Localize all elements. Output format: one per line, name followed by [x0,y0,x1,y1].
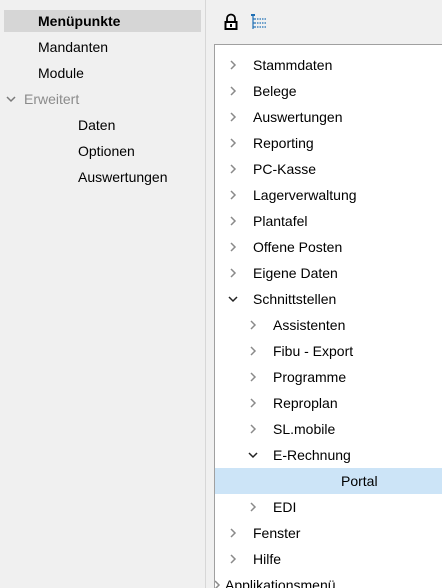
chevron-down-icon[interactable] [247,449,259,461]
tree-node-label: Hilfe [253,551,282,567]
tree-node-stammdaten[interactable]: Stammdaten [215,52,442,78]
tree-node-programme[interactable]: Programme [215,364,442,390]
tree-node-belege[interactable]: Belege [215,78,442,104]
tree-node-label: Programme [273,369,347,385]
chevron-right-icon[interactable] [247,397,259,409]
tree-node-assistenten[interactable]: Assistenten [215,312,442,338]
tree-node-label: Auswertungen [253,109,343,125]
tree-node-pc-kasse[interactable]: PC-Kasse [215,156,442,182]
chevron-right-icon[interactable] [227,527,239,539]
tree-node-applikationsmenü[interactable]: Applikationsmenü [215,572,442,588]
tree-node-label: Stammdaten [253,57,333,73]
tree-toolbar [214,0,442,44]
sidebar-item-label: Daten [78,117,116,133]
tree-node-label: Eigene Daten [253,265,338,281]
tree-node-label: Reproplan [273,395,338,411]
sidebar-item-label: Erweitert [24,91,80,107]
tree-node-fibu-export[interactable]: Fibu - Export [215,338,442,364]
sidebar-item-mandanten[interactable]: Mandanten [4,36,201,58]
chevron-right-icon[interactable] [227,189,239,201]
chevron-right-icon[interactable] [227,215,239,227]
tree-node-reporting[interactable]: Reporting [215,130,442,156]
chevron-right-icon[interactable] [247,423,259,435]
tree-node-label: PC-Kasse [253,161,317,177]
tree-node-lagerverwaltung[interactable]: Lagerverwaltung [215,182,442,208]
tree-view-button[interactable] [250,13,268,31]
chevron-down-icon[interactable] [227,293,239,305]
chevron-right-icon[interactable] [227,59,239,71]
tree-node-edi[interactable]: EDI [215,494,442,520]
sidebar-item-label: Optionen [78,143,135,159]
chevron-down-icon [6,96,16,103]
lock-icon [224,13,238,30]
menu-tree[interactable]: Stammdaten Belege Auswertungen Reporting PC-… [214,44,442,588]
tree-node-label: Fibu - Export [273,343,354,359]
tree-node-sl-mobile[interactable]: SL.mobile [215,416,442,442]
chevron-right-icon[interactable] [247,319,259,331]
tree-node-reproplan[interactable]: Reproplan [215,390,442,416]
chevron-right-icon[interactable] [227,267,239,279]
tree-node-label: Plantafel [253,213,308,229]
settings-sidebar: Menüpunkte Mandanten Module Erweitert Da… [0,0,206,588]
sidebar-item-module[interactable]: Module [4,62,201,84]
tree-node-label: Fenster [253,525,301,541]
tree-node-label: EDI [273,499,297,515]
chevron-right-icon[interactable] [227,85,239,97]
tree-node-portal[interactable]: Portal [215,468,442,494]
sidebar-item-auswertungen[interactable]: Auswertungen [4,166,201,188]
tree-node-label: Reporting [253,135,314,151]
tree-node-label: E-Rechnung [273,447,351,463]
tree-node-eigene-daten[interactable]: Eigene Daten [215,260,442,286]
chevron-right-icon[interactable] [227,137,239,149]
sidebar-item-optionen[interactable]: Optionen [4,140,201,162]
tree-node-label: Assistenten [273,317,346,333]
sidebar-item-label: Module [38,65,84,81]
chevron-right-icon[interactable] [214,579,223,588]
chevron-right-icon[interactable] [227,241,239,253]
tree-structure-icon [251,14,266,29]
sidebar-item-erweitert[interactable]: Erweitert [4,88,201,110]
chevron-right-icon[interactable] [247,501,259,513]
tree-node-label: Belege [253,83,297,99]
chevron-right-icon[interactable] [247,371,259,383]
tree-node-hilfe[interactable]: Hilfe [215,546,442,572]
sidebar-item-label: Menüpunkte [38,13,121,29]
tree-node-e-rechnung[interactable]: E-Rechnung [215,442,442,468]
tree-node-label: Lagerverwaltung [253,187,357,203]
chevron-right-icon[interactable] [227,163,239,175]
tree-node-auswertungen[interactable]: Auswertungen [215,104,442,130]
sidebar-item-label: Auswertungen [78,169,168,185]
chevron-right-icon[interactable] [247,345,259,357]
tree-node-fenster[interactable]: Fenster [215,520,442,546]
tree-node-schnittstellen[interactable]: Schnittstellen [215,286,442,312]
tree-node-label: Schnittstellen [253,291,337,307]
tree-node-label: Portal [341,473,378,489]
sidebar-item-menuepunkte[interactable]: Menüpunkte [4,10,201,32]
tree-node-label: Offene Posten [253,239,343,255]
chevron-right-icon[interactable] [227,553,239,565]
tree-node-label: Applikationsmenü [225,577,336,588]
chevron-right-icon[interactable] [227,111,239,123]
tree-node-offene-posten[interactable]: Offene Posten [215,234,442,260]
tree-node-label: SL.mobile [273,421,336,437]
lock-button[interactable] [222,13,240,31]
sidebar-item-label: Mandanten [38,39,109,55]
tree-node-plantafel[interactable]: Plantafel [215,208,442,234]
sidebar-item-daten[interactable]: Daten [4,114,201,136]
